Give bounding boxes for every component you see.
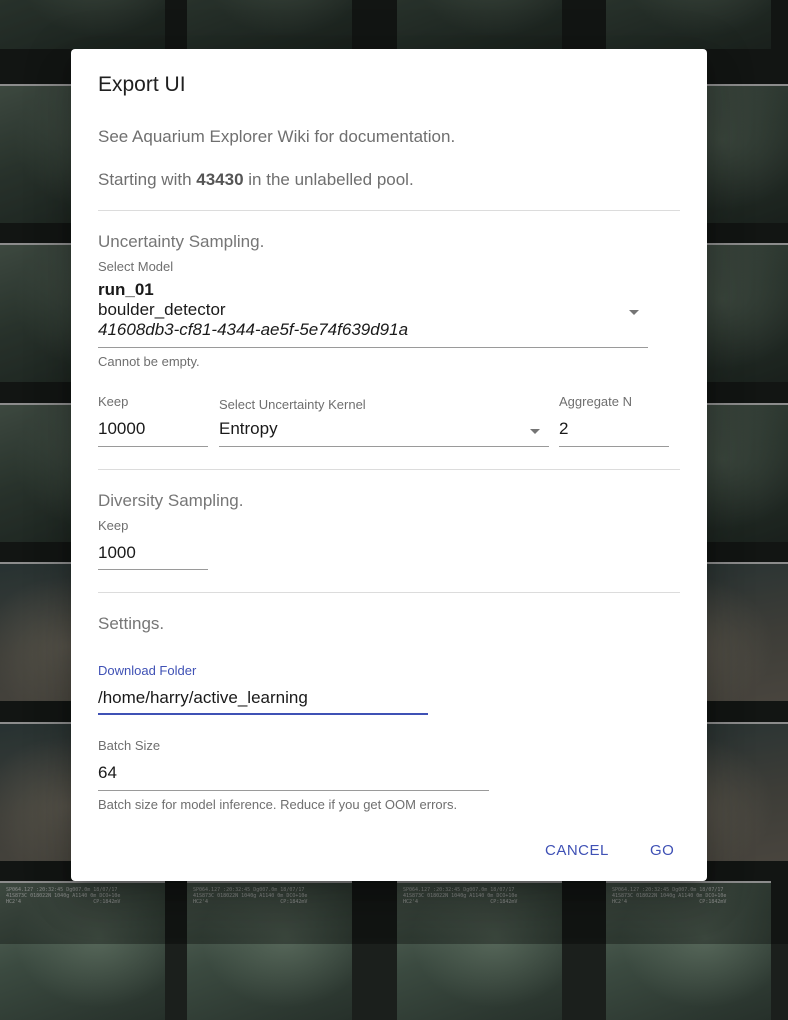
aggregate-n-underline [559, 446, 669, 447]
pool-count: 43430 [196, 170, 244, 189]
model-run: run_01 [98, 280, 154, 299]
pool-prefix: Starting with [98, 170, 197, 189]
download-folder-label: Download Folder [98, 663, 197, 678]
dialog-title: Export UI [98, 73, 186, 96]
wiki-text: See Aquarium Explorer Wiki for documenta… [98, 127, 456, 146]
kernel-value: Entropy [219, 419, 278, 438]
diversity-keep-input[interactable]: 1000 [98, 543, 136, 563]
pool-summary: Starting with 43430 in the unlabelled po… [98, 170, 414, 190]
keep-label: Keep [98, 394, 129, 409]
divider [98, 592, 680, 593]
pool-suffix: in the unlabelled pool. [243, 170, 414, 189]
cancel-button[interactable]: CANCEL [545, 842, 609, 859]
keep-underline [98, 446, 208, 447]
divider [98, 210, 680, 211]
model-select-underline [98, 347, 648, 348]
go-button[interactable]: GO [650, 842, 674, 859]
kernel-underline [219, 446, 549, 447]
diversity-heading: Diversity Sampling. [98, 491, 244, 510]
chevron-down-icon[interactable] [530, 429, 540, 434]
settings-heading: Settings. [98, 614, 165, 633]
model-select-label: Select Model [98, 259, 174, 274]
keep-input[interactable]: 10000 [98, 419, 145, 439]
download-folder-input[interactable]: /home/harry/active_learning [98, 688, 308, 708]
download-folder-underline [98, 713, 428, 715]
diversity-keep-label: Keep [98, 518, 129, 533]
divider [98, 469, 680, 470]
chevron-down-icon[interactable] [629, 310, 639, 315]
model-id: 41608db3-cf81-4344-ae5f-5e74f639d91a [98, 320, 409, 339]
diversity-keep-underline [98, 569, 208, 570]
kernel-select-label: Select Uncertainty Kernel [219, 397, 366, 412]
model-error-text: Cannot be empty. [98, 354, 200, 369]
aggregate-n-label: Aggregate N [559, 394, 632, 409]
export-dialog: Export UI See Aquarium Explorer Wiki for… [71, 49, 707, 881]
aggregate-n-input[interactable]: 2 [559, 419, 568, 439]
batch-size-label: Batch Size [98, 738, 161, 753]
batch-size-input[interactable]: 64 [98, 763, 117, 783]
batch-size-helper: Batch size for model inference. Reduce i… [98, 797, 458, 812]
uncertainty-heading: Uncertainty Sampling. [98, 232, 265, 251]
batch-size-underline [98, 790, 489, 791]
model-name: boulder_detector [98, 300, 226, 319]
